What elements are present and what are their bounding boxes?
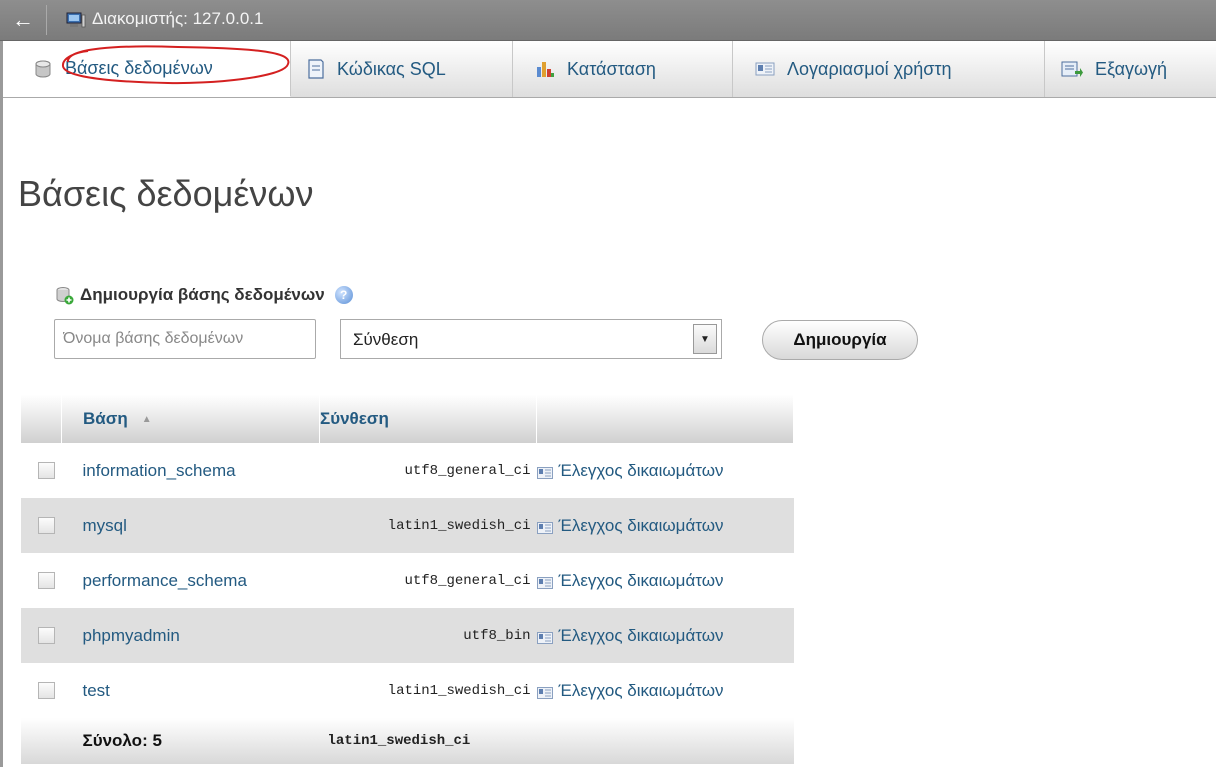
database-collation: latin1_swedish_ci [319,498,537,553]
collation-select[interactable]: Σύνθεση ▼ [340,319,722,359]
sort-ascending-icon: ▲ [141,414,152,426]
database-name-input[interactable] [54,319,316,359]
create-database-heading: Δημιουργία βάσης δεδομένων ? [54,285,353,305]
server-bar: ← Διακομιστής: 127.0.0.1 [0,0,1216,41]
table-row: mysql latin1_swedish_ci Έλεγχος δικαιωμά… [21,498,794,553]
check-privileges-link[interactable]: Έλεγχος δικαιωμάτων [536,443,794,498]
tab-export[interactable]: Εξαγωγή [1045,41,1216,97]
tab-export-label: Εξαγωγή [1095,58,1168,79]
database-name-link[interactable]: mysql [61,498,320,553]
back-arrow-icon[interactable]: ← [0,0,46,40]
privileges-icon [536,466,553,479]
privileges-icon [536,631,553,644]
total-spacer [21,718,62,764]
tab-status[interactable]: Κατάσταση [513,41,733,97]
check-privileges-link[interactable]: Έλεγχος δικαιωμάτων [536,663,794,718]
tab-user-accounts[interactable]: Λογαριασμοί χρήστη [733,41,1045,97]
page-title: Βάσεις δεδομένων [18,173,314,214]
header-database[interactable]: Βάση ▲ [61,395,320,443]
dropdown-arrow-icon[interactable]: ▼ [693,324,717,354]
database-collation: utf8_general_ci [319,443,537,498]
total-collation: latin1_swedish_ci [319,718,537,764]
tab-databases[interactable]: Βάσεις δεδομένων [3,41,291,97]
database-name-link[interactable]: performance_schema [61,553,320,608]
row-checkbox[interactable] [38,517,55,534]
privileges-icon [536,686,553,699]
privileges-icon [536,576,553,589]
tab-user-accounts-label: Λογαριασμοί χρήστη [787,58,952,79]
header-actions [536,395,794,443]
row-checkbox[interactable] [38,462,55,479]
database-add-icon [56,287,74,305]
sql-icon [308,59,324,79]
check-privileges-link[interactable]: Έλεγχος δικαιωμάτων [536,553,794,608]
total-count: Σύνολο: 5 [61,718,320,764]
database-name-link[interactable]: phpmyadmin [61,608,320,663]
create-database-heading-text: Δημιουργία βάσης δεδομένων [80,285,325,304]
database-icon [35,60,51,77]
left-border [0,40,3,767]
status-chart-icon [537,62,554,77]
check-privileges-link[interactable]: Έλεγχος δικαιωμάτων [536,498,794,553]
table-row: performance_schema utf8_general_ci Έλεγχ… [21,553,794,608]
main-tab-bar: Βάσεις δεδομένων Κώδικας SQL Κατάσταση Λ… [3,41,1216,98]
table-row: test latin1_swedish_ci Έλεγχος δικαιωμάτ… [21,663,794,718]
user-accounts-icon [755,62,775,76]
check-privileges-label: Έλεγχος δικαιωμάτων [558,625,724,645]
row-checkbox[interactable] [38,572,55,589]
database-collation: latin1_swedish_ci [319,663,537,718]
total-actions-spacer [536,718,794,764]
database-name-link[interactable]: information_schema [61,443,320,498]
check-privileges-label: Έλεγχος δικαιωμάτων [558,460,724,480]
create-button[interactable]: Δημιουργία [762,320,918,360]
check-privileges-label: Έλεγχος δικαιωμάτων [558,570,724,590]
divider [46,5,47,35]
tab-status-label: Κατάσταση [567,58,656,79]
server-icon [66,12,86,28]
table-row: phpmyadmin utf8_bin Έλεγχος δικαιωμάτων [21,608,794,663]
check-privileges-label: Έλεγχος δικαιωμάτων [558,515,724,535]
table-header-row: Βάση ▲ Σύνθεση [21,395,794,443]
header-database-label: Βάση [83,409,128,428]
row-checkbox[interactable] [38,627,55,644]
table-total-row: Σύνολο: 5 latin1_swedish_ci [21,718,794,764]
databases-table: Βάση ▲ Σύνθεση information_schema utf8_ge… [21,395,794,764]
export-icon [1061,61,1083,77]
header-checkbox-column [21,395,62,443]
tab-sql[interactable]: Κώδικας SQL [291,41,513,97]
row-checkbox[interactable] [38,682,55,699]
database-name-link[interactable]: test [61,663,320,718]
check-privileges-label: Έλεγχος δικαιωμάτων [558,680,724,700]
tab-databases-label: Βάσεις δεδομένων [65,58,213,78]
database-collation: utf8_general_ci [319,553,537,608]
help-icon[interactable]: ? [334,286,353,304]
header-collation[interactable]: Σύνθεση [319,395,537,443]
table-row: information_schema utf8_general_ci Έλεγχ… [21,443,794,498]
database-collation: utf8_bin [319,608,537,663]
server-breadcrumb[interactable]: Διακομιστής: 127.0.0.1 [92,9,263,29]
tab-sql-label: Κώδικας SQL [337,58,446,79]
collation-select-value: Σύνθεση [353,330,419,349]
check-privileges-link[interactable]: Έλεγχος δικαιωμάτων [536,608,794,663]
privileges-icon [536,521,553,534]
